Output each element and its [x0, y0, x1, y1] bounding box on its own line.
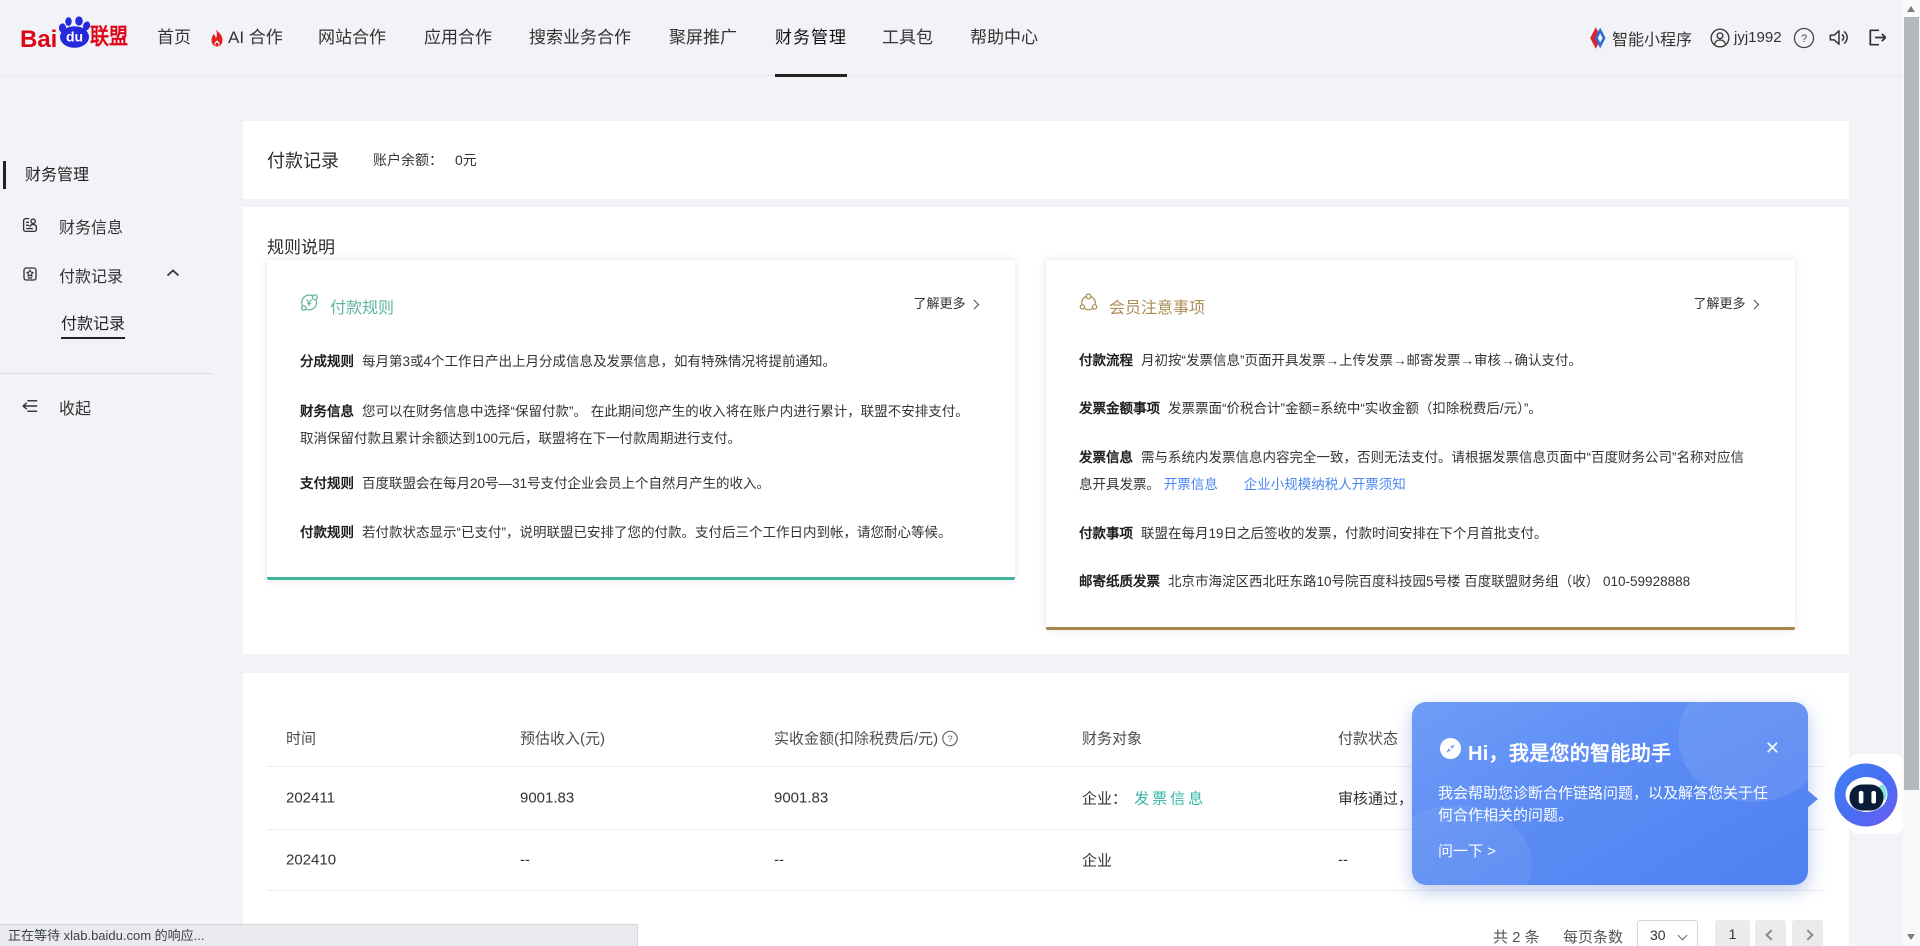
svg-text:?: ?: [948, 734, 953, 745]
svg-text:du: du: [66, 29, 83, 45]
svg-text:联盟: 联盟: [90, 24, 128, 49]
svg-text:?: ?: [1801, 32, 1807, 44]
svg-text:Bai: Bai: [21, 26, 57, 53]
